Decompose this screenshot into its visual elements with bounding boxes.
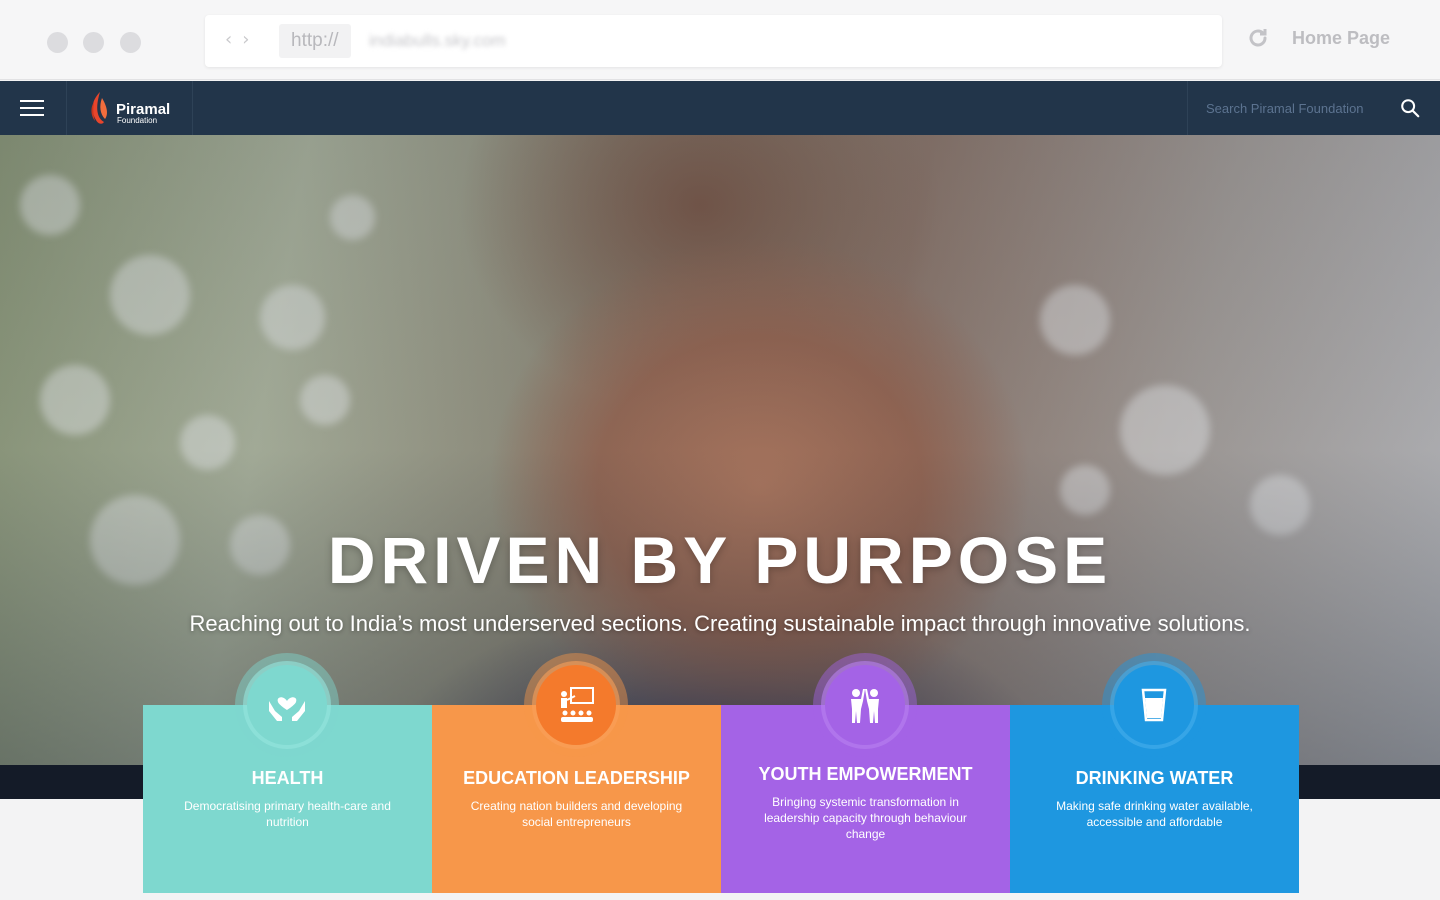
window-maximize-dot[interactable] bbox=[120, 32, 141, 53]
search-input[interactable] bbox=[1206, 95, 1386, 121]
hero-overlay bbox=[0, 135, 1440, 765]
hero-image bbox=[0, 135, 1440, 765]
site-header: Piramal Foundation bbox=[0, 81, 1440, 135]
back-forward-arrows-icon[interactable]: ‹› bbox=[225, 29, 259, 50]
education-icon-ring bbox=[524, 653, 628, 757]
card-description: Bringing systemic transformation in lead… bbox=[764, 795, 967, 841]
header-divider bbox=[66, 81, 67, 135]
card-description: Creating nation builders and developing … bbox=[470, 799, 683, 829]
heart-hands-icon bbox=[269, 697, 305, 721]
health-icon-ring bbox=[235, 653, 339, 757]
classroom-icon bbox=[561, 687, 594, 722]
water-icon-ring bbox=[1102, 653, 1206, 757]
card-description: Making safe drinking water available, ac… bbox=[1056, 799, 1253, 829]
menu-icon[interactable] bbox=[20, 100, 44, 116]
card-title: DRINKING WATER bbox=[1075, 768, 1234, 788]
search-icon[interactable] bbox=[1399, 97, 1421, 119]
youth-high-five-icon bbox=[851, 689, 879, 723]
flame-logo-icon bbox=[91, 92, 107, 124]
hero-title: DRIVEN BY PURPOSE bbox=[327, 523, 1113, 597]
address-bar[interactable]: ‹› http:// indiabulls.sky.com bbox=[205, 15, 1222, 67]
header-divider bbox=[1187, 81, 1188, 135]
url-domain: indiabulls.sky.com bbox=[369, 31, 506, 50]
home-page-link[interactable]: Home Page bbox=[1292, 28, 1390, 49]
piramal-logo[interactable]: Piramal Foundation bbox=[86, 88, 186, 128]
header-divider bbox=[192, 81, 193, 135]
card-description: Democratising primary health-care and nu… bbox=[184, 799, 391, 829]
youth-icon-ring bbox=[813, 653, 917, 757]
card-title: YOUTH EMPOWERMENT bbox=[758, 764, 973, 784]
reload-icon[interactable] bbox=[1246, 26, 1270, 50]
browser-chrome: ‹› http:// indiabulls.sky.com Home Page bbox=[0, 0, 1440, 80]
logo-subtitle: Foundation bbox=[117, 116, 158, 125]
window-minimize-dot[interactable] bbox=[83, 32, 104, 53]
card-title: HEALTH bbox=[251, 768, 324, 788]
water-glass-icon bbox=[1141, 688, 1167, 722]
url-protocol: http:// bbox=[279, 24, 351, 58]
hero-subtitle: Reaching out to India’s most underserved… bbox=[189, 611, 1251, 636]
window-close-dot[interactable] bbox=[47, 32, 68, 53]
card-title: EDUCATION LEADERSHIP bbox=[463, 768, 690, 788]
